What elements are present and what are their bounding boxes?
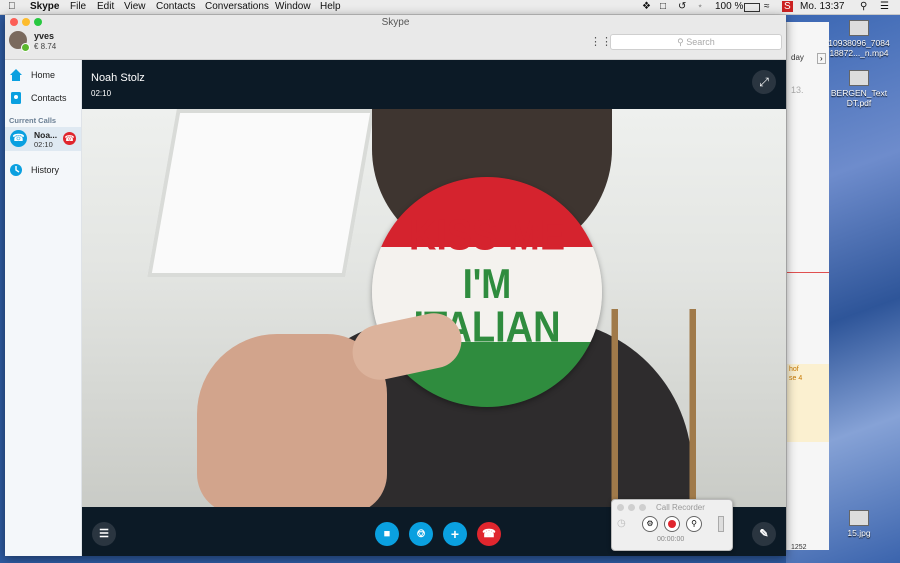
- menu-help[interactable]: Help: [320, 1, 341, 12]
- sidebar-item-label: Home: [31, 70, 56, 80]
- clipboard-icon[interactable]: □: [660, 1, 666, 12]
- bg-time-line: [787, 272, 829, 273]
- video-skylight: [147, 109, 375, 277]
- wifi-icon[interactable]: ≈: [764, 1, 770, 12]
- menu-app-skype[interactable]: Skype: [30, 1, 59, 12]
- time-machine-icon[interactable]: ↺: [678, 1, 686, 12]
- recorder-level-meter: [718, 516, 724, 532]
- clock[interactable]: Mo. 13:37: [800, 1, 844, 12]
- user-name[interactable]: yves: [34, 31, 54, 41]
- image-file-icon: [849, 510, 869, 526]
- history-icon: [10, 164, 22, 176]
- desktop-icon-pdf[interactable]: BERGEN_Text DT.pdf: [824, 70, 894, 108]
- video-easel: [592, 309, 722, 507]
- current-calls-heading: Current Calls: [9, 116, 57, 125]
- video-file-icon: [849, 20, 869, 36]
- call-contact-name: Noah Stolz: [91, 72, 145, 84]
- apple-icon[interactable]: : [8, 1, 16, 12]
- menu-bar:  Skype File Edit View Contacts Conversa…: [0, 0, 900, 15]
- menu-edit[interactable]: Edit: [97, 1, 114, 12]
- sidebar: Home Contacts Current Calls ☎ Noa... 02:…: [5, 60, 82, 556]
- fullscreen-button[interactable]: ⤢: [752, 70, 776, 94]
- bg-number: 1252: [791, 544, 807, 551]
- call-area: Noah Stolz 02:10 ⤢ KISS ME I'M ITALIAN ☰…: [82, 60, 786, 556]
- spotlight-icon[interactable]: ⚲: [860, 1, 867, 12]
- bg-day-label: day: [791, 53, 804, 62]
- window-title: Skype: [381, 17, 410, 28]
- record-button[interactable]: [664, 516, 680, 532]
- badge-line1: KISS ME: [408, 211, 566, 261]
- microphone-button[interactable]: ⎊: [409, 522, 433, 546]
- recorder-menu-icon[interactable]: S: [782, 1, 793, 12]
- sidebar-item-label: History: [31, 165, 60, 175]
- chat-button[interactable]: ✎: [752, 522, 776, 546]
- pdf-file-icon: [849, 70, 869, 86]
- sidebar-item-contacts[interactable]: Contacts: [9, 91, 67, 105]
- recorder-title: Call Recorder: [656, 503, 705, 512]
- bg-event-text1: hof: [789, 366, 799, 373]
- bluetooth-icon[interactable]: ⋆: [697, 1, 703, 12]
- record-icon: [668, 520, 676, 528]
- recorder-settings-button[interactable]: ⚙: [642, 516, 658, 532]
- add-button[interactable]: +: [443, 522, 467, 546]
- recorder-close-button[interactable]: [617, 504, 624, 511]
- battery-icon[interactable]: [744, 3, 760, 12]
- recorder-time: 00:00:00: [657, 536, 685, 543]
- sidebar-item-home[interactable]: Home: [9, 68, 55, 82]
- call-avatar-icon: ☎: [10, 130, 27, 147]
- background-calendar-window: day › 13. hof se 4 1252: [786, 22, 829, 551]
- bg-event-text2: se 4: [789, 375, 803, 382]
- bg-date: 13.: [791, 85, 804, 95]
- online-status-icon: [21, 43, 30, 52]
- menu-window[interactable]: Window: [275, 1, 311, 12]
- home-icon: [10, 69, 22, 81]
- bg-event: hof se 4: [787, 364, 829, 442]
- call-duration: 02:10: [91, 89, 112, 98]
- search-icon: ⚲: [677, 37, 684, 47]
- battery-text[interactable]: 100 %: [715, 1, 743, 12]
- skype-window: Skype yves € 8.74 ⋮⋮⋮ ⚲ Search Home Cont…: [5, 15, 786, 556]
- sidebar-item-history[interactable]: History: [9, 163, 59, 177]
- search-input[interactable]: ⚲ Search: [610, 34, 782, 50]
- menu-conversations[interactable]: Conversations: [205, 1, 269, 12]
- current-call-time: 02:10: [34, 140, 53, 149]
- dropbox-icon[interactable]: ❖: [642, 1, 651, 12]
- title-bar: Skype yves € 8.74 ⋮⋮⋮ ⚲ Search: [5, 15, 786, 60]
- recorder-zoom-button[interactable]: [639, 504, 646, 511]
- desktop-icon-mp4[interactable]: 10938096_7084 18872..._n.mp4: [824, 20, 894, 58]
- menu-view[interactable]: View: [124, 1, 146, 12]
- menu-button[interactable]: ☰: [92, 522, 116, 546]
- sidebar-item-current-call[interactable]: ☎ Noa... 02:10 ☎: [5, 127, 81, 151]
- video-feed: KISS ME I'M ITALIAN: [82, 109, 786, 507]
- menu-contacts[interactable]: Contacts: [156, 1, 195, 12]
- user-credit[interactable]: € 8.74: [34, 42, 56, 51]
- current-call-name: Noa...: [34, 130, 58, 140]
- recorder-browse-button[interactable]: ⚲: [686, 516, 702, 532]
- sidebar-item-label: Contacts: [31, 93, 67, 103]
- menu-file[interactable]: File: [70, 1, 86, 12]
- recorder-clock-icon: ◷: [617, 518, 626, 529]
- badge-line2: I'M: [462, 259, 512, 307]
- desktop-icon-jpg[interactable]: 15.jpg: [824, 510, 894, 538]
- call-recorder-panel[interactable]: Call Recorder ◷ ⚙ ⚲ 00:00:00: [611, 499, 733, 551]
- notification-center-icon[interactable]: ☰: [880, 1, 889, 12]
- recorder-minimize-button[interactable]: [628, 504, 635, 511]
- hangup-button[interactable]: ☎: [477, 522, 501, 546]
- video-off-button[interactable]: ■: [375, 522, 399, 546]
- sidebar-hangup-button[interactable]: ☎: [63, 132, 76, 145]
- contacts-icon: [11, 92, 21, 104]
